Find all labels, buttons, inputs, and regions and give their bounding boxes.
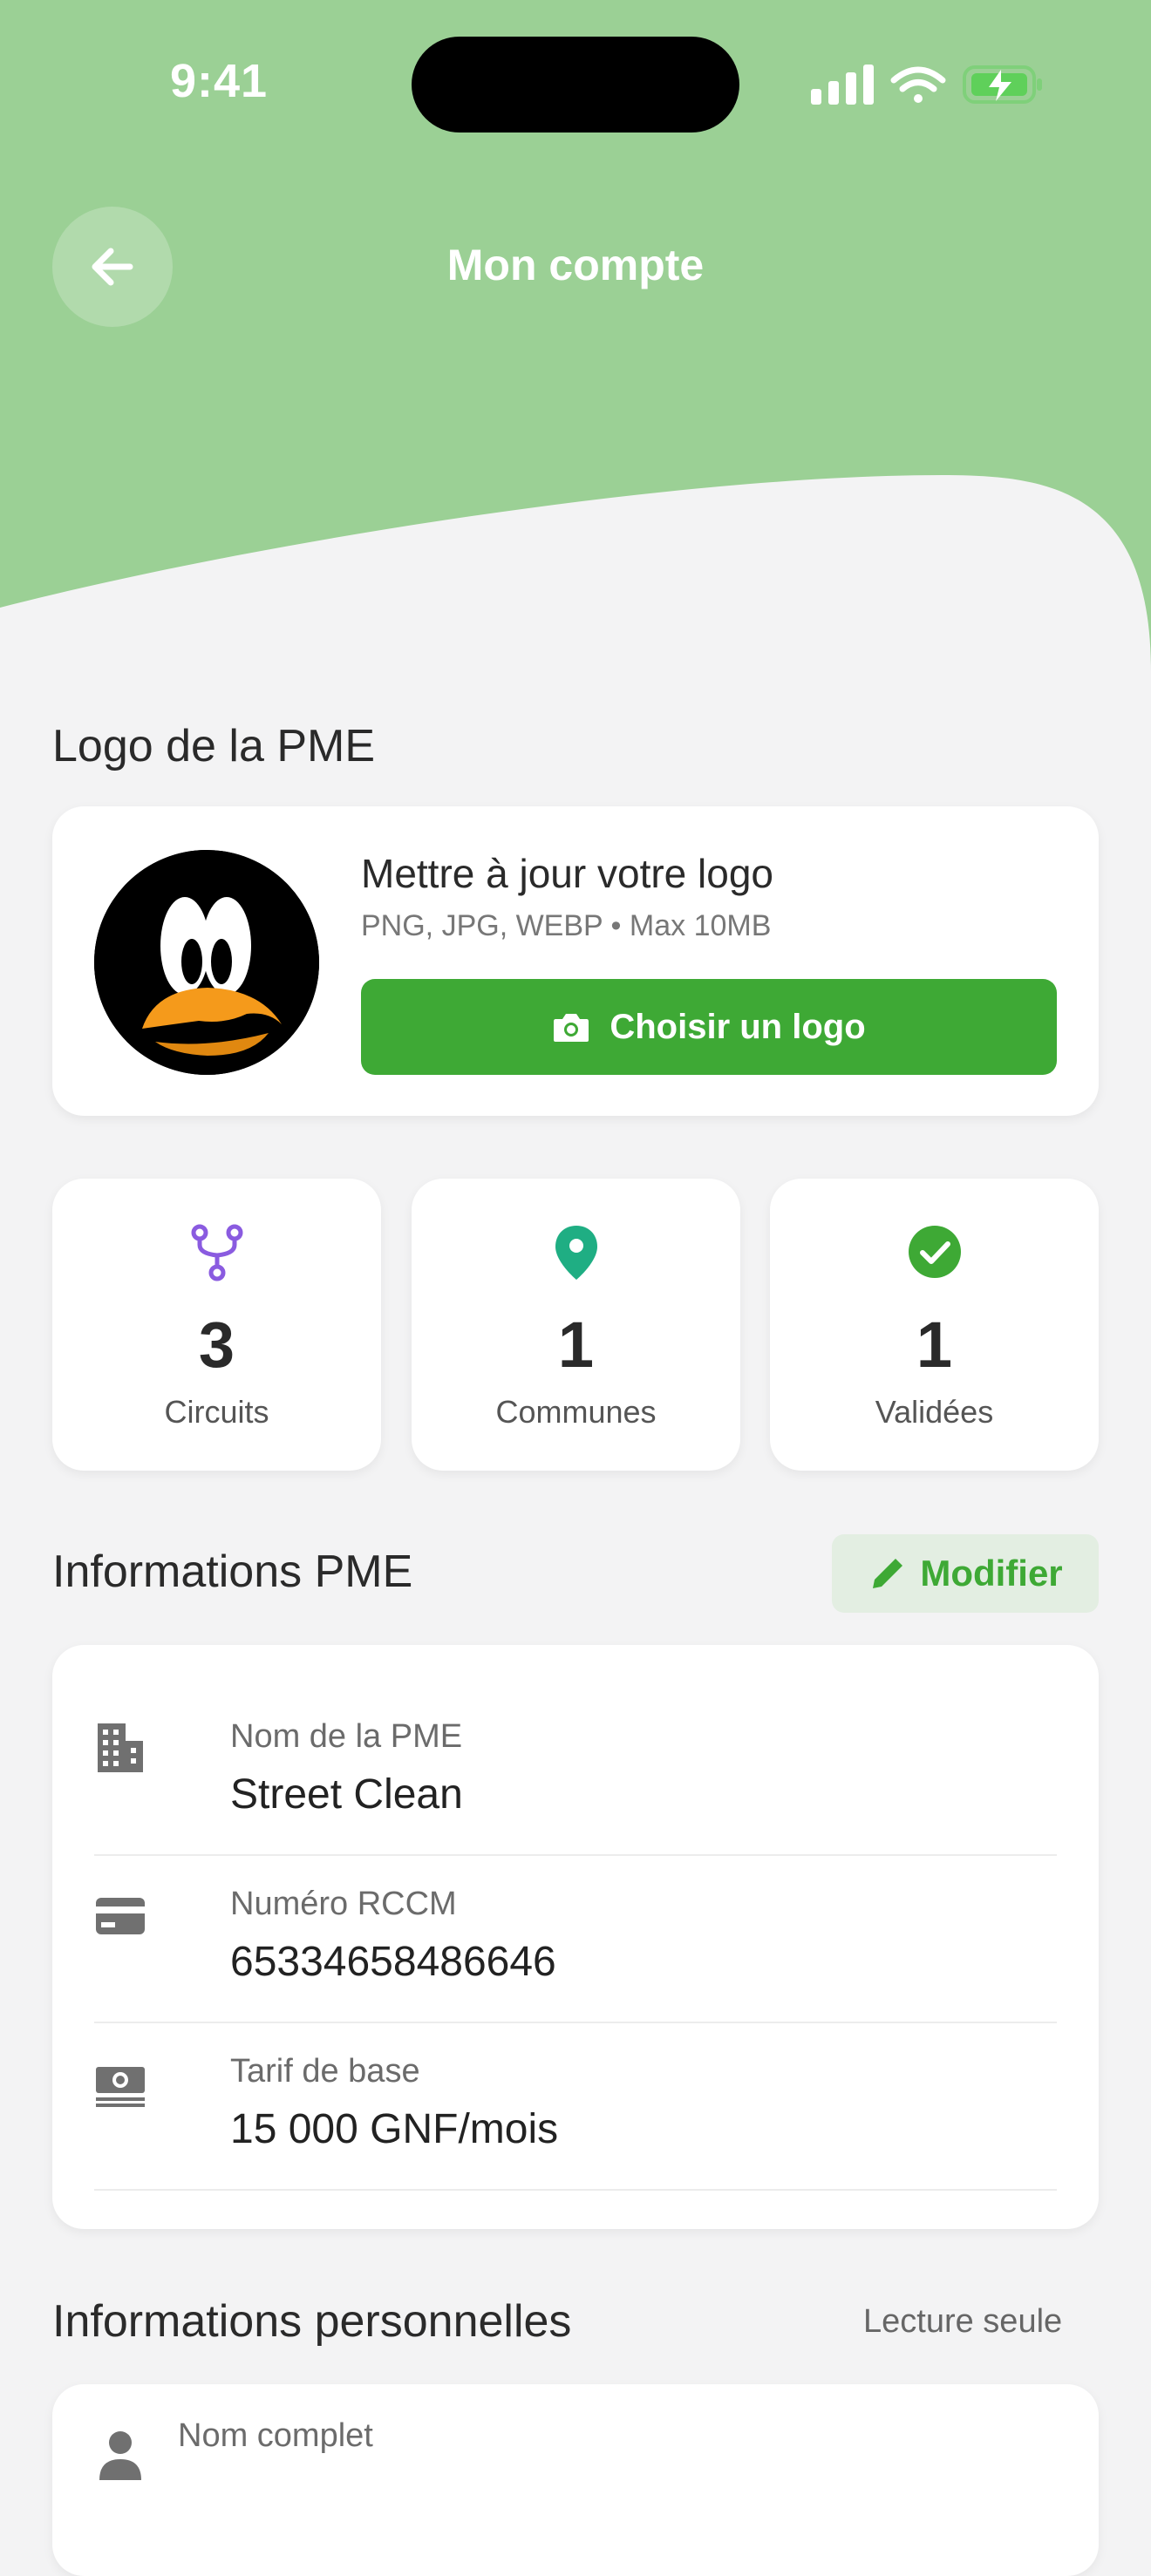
duck-logo-image <box>94 850 319 1075</box>
stat-label: Communes <box>495 1394 657 1430</box>
battery-icon <box>963 65 1042 104</box>
pme-info-title: Informations PME <box>52 1546 413 1597</box>
info-row-pme-name: Nom de la PME Street Clean <box>94 1687 1057 1856</box>
personal-info-title: Informations personnelles <box>52 2296 572 2347</box>
info-value: 65334658486646 <box>230 1939 556 1985</box>
route-icon <box>191 1224 242 1281</box>
logo-section-title: Logo de la PME <box>52 721 376 771</box>
stat-card-communes[interactable]: 1 Communes <box>412 1179 740 1471</box>
company-logo-avatar[interactable] <box>94 850 319 1075</box>
check-circle-icon <box>908 1226 961 1278</box>
read-only-badge: Lecture seule <box>863 2303 1063 2340</box>
logo-format-hint: PNG, JPG, WEBP • Max 10MB <box>361 909 772 942</box>
dynamic-island <box>412 37 739 133</box>
personal-info-card: Nom complet <box>52 2384 1099 2576</box>
info-key: Tarif de base <box>230 2053 420 2090</box>
signal-icon <box>811 65 874 105</box>
info-row-rccm: Numéro RCCM 65334658486646 <box>94 1854 1057 2023</box>
camera-icon <box>554 1014 589 1042</box>
info-key: Nom complet <box>178 2417 373 2454</box>
stat-card-circuits[interactable]: 3 Circuits <box>52 1179 381 1471</box>
person-icon <box>99 2431 141 2480</box>
modify-button[interactable]: Modifier <box>832 1534 1099 1613</box>
page-title: Mon compte <box>446 241 705 289</box>
info-row-tarif: Tarif de base 15 000 GNF/mois <box>94 2022 1057 2191</box>
info-value: 15 000 GNF/mois <box>230 2106 559 2152</box>
stat-label: Circuits <box>164 1394 269 1430</box>
choose-logo-button[interactable]: Choisir un logo <box>361 979 1057 1075</box>
info-key: Nom de la PME <box>230 1718 463 1755</box>
stat-value: 3 <box>198 1308 235 1381</box>
logo-card: Mettre à jour votre logo PNG, JPG, WEBP … <box>52 806 1099 1116</box>
stat-value: 1 <box>557 1308 595 1381</box>
building-icon <box>98 1723 143 1772</box>
location-pin-icon <box>555 1226 597 1280</box>
stat-card-validees[interactable]: 1 Validées <box>770 1179 1099 1471</box>
status-icons <box>811 65 1042 105</box>
wifi-icon <box>890 66 946 103</box>
logo-update-heading: Mettre à jour votre logo <box>361 851 774 896</box>
stat-value: 1 <box>916 1308 953 1381</box>
modify-label: Modifier <box>920 1553 1063 1594</box>
money-icon <box>96 2067 145 2107</box>
choose-logo-label: Choisir un logo <box>610 1007 866 1046</box>
pme-info-card: Nom de la PME Street Clean Numéro RCCM 6… <box>52 1645 1099 2229</box>
info-value: Street Clean <box>230 1771 463 1818</box>
info-key: Numéro RCCM <box>230 1886 457 1922</box>
card-icon <box>96 1898 145 1934</box>
stat-label: Validées <box>875 1394 994 1430</box>
status-bar-time: 9:41 <box>170 55 269 107</box>
pencil-icon <box>873 1559 903 1588</box>
